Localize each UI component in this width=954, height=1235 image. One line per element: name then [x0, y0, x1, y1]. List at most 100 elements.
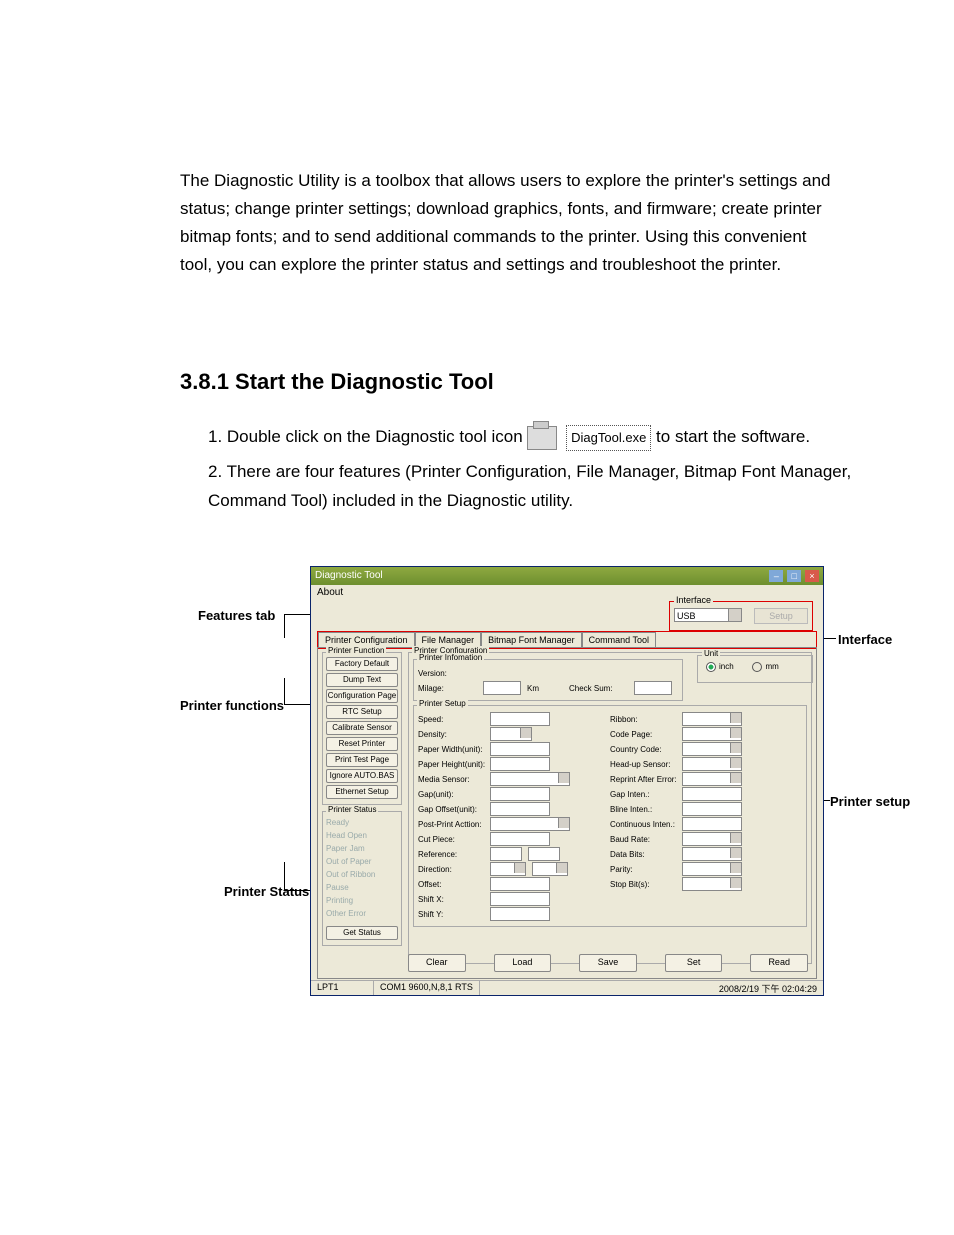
- menu-about[interactable]: About: [317, 587, 343, 598]
- milage-field[interactable]: [483, 681, 521, 695]
- window-title: Diagnostic Tool: [315, 570, 383, 581]
- tab-bitmap-font-manager[interactable]: Bitmap Font Manager: [481, 632, 582, 648]
- cut-piece-field[interactable]: [490, 832, 550, 846]
- status-time: 2008/2/19 下午 02:04:29: [713, 981, 823, 995]
- direction-label: Direction:: [418, 865, 490, 874]
- factory-default-button[interactable]: Factory Default: [326, 657, 398, 671]
- get-status-button[interactable]: Get Status: [326, 926, 398, 940]
- print-test-page-button[interactable]: Print Test Page: [326, 753, 398, 767]
- clear-button[interactable]: Clear: [408, 954, 466, 972]
- media-sensor-select[interactable]: [490, 772, 570, 786]
- reprint-after-error-label: Reprint After Error:: [610, 775, 682, 784]
- minimize-button[interactable]: –: [769, 570, 783, 582]
- title-bar: Diagnostic Tool – □ ×: [311, 567, 823, 585]
- rtc-setup-button[interactable]: RTC Setup: [326, 705, 398, 719]
- ribbon-select[interactable]: [682, 712, 742, 726]
- diagnostic-tool-window: Diagnostic Tool – □ × About Interface US…: [310, 566, 824, 996]
- bottom-button-row: Clear Load Save Set Read: [408, 954, 808, 972]
- diagram: Features tab Printer functions Printer S…: [180, 566, 920, 1006]
- checksum-label: Check Sum:: [569, 684, 634, 693]
- printer-setup-group: Printer Setup Speed: Density: Paper Widt…: [413, 705, 807, 927]
- set-button[interactable]: Set: [665, 954, 723, 972]
- printer-icon: [527, 423, 557, 452]
- shift-x-field[interactable]: [490, 892, 550, 906]
- ethernet-setup-button[interactable]: Ethernet Setup: [326, 785, 398, 799]
- printer-setup-legend: Printer Setup: [417, 699, 468, 708]
- stop-bits-select[interactable]: [682, 877, 742, 891]
- callout-printer-setup: Printer setup: [830, 794, 910, 809]
- post-print-action-select[interactable]: [490, 817, 570, 831]
- gap-offset-label: Gap Offset(unit):: [418, 805, 490, 814]
- milage-unit: Km: [527, 684, 539, 693]
- sidebar: Printer Function Factory Default Dump Te…: [322, 652, 402, 952]
- ribbon-label: Ribbon:: [610, 715, 682, 724]
- callout-printer-status: Printer Status: [224, 884, 309, 899]
- printer-function-legend: Printer Function: [326, 646, 386, 655]
- status-out-of-ribbon: Out of Ribbon: [326, 868, 398, 881]
- maximize-button[interactable]: □: [787, 570, 801, 582]
- unit-mm-radio[interactable]: mm: [752, 662, 778, 672]
- status-ready: Ready: [326, 816, 398, 829]
- shift-y-field[interactable]: [490, 907, 550, 921]
- reference-label: Reference:: [418, 850, 490, 859]
- cut-piece-label: Cut Piece:: [418, 835, 490, 844]
- section-heading: 3.8.1 Start the Diagnostic Tool: [180, 369, 894, 395]
- checksum-field[interactable]: [634, 681, 672, 695]
- offset-label: Offset:: [418, 880, 490, 889]
- shift-y-label: Shift Y:: [418, 910, 490, 919]
- paper-height-field[interactable]: [490, 757, 550, 771]
- reference-field1[interactable]: [490, 847, 522, 861]
- unit-inch-radio[interactable]: inch: [706, 662, 734, 672]
- intro-paragraph: The Diagnostic Utility is a toolbox that…: [180, 167, 894, 279]
- version-label: Version:: [418, 669, 490, 678]
- reference-field2[interactable]: [528, 847, 560, 861]
- direction-select1[interactable]: [490, 862, 526, 876]
- interface-setup-button[interactable]: Setup: [754, 608, 808, 624]
- shift-x-label: Shift X:: [418, 895, 490, 904]
- data-bits-select[interactable]: [682, 847, 742, 861]
- tab-command-tool[interactable]: Command Tool: [582, 632, 656, 648]
- load-button[interactable]: Load: [494, 954, 552, 972]
- printer-configuration-group: Printer Configuration Printer Infomation…: [408, 652, 812, 964]
- printer-information-legend: Printer Infomation: [417, 653, 484, 662]
- parity-select[interactable]: [682, 862, 742, 876]
- document-page: The Diagnostic Utility is a toolbox that…: [0, 0, 954, 1046]
- direction-select2[interactable]: [532, 862, 568, 876]
- close-button[interactable]: ×: [805, 570, 819, 582]
- paper-width-field[interactable]: [490, 742, 550, 756]
- read-button[interactable]: Read: [750, 954, 808, 972]
- interface-select[interactable]: USB: [674, 608, 742, 622]
- steps-list: 1. Double click on the Diagnostic tool i…: [180, 423, 894, 516]
- country-code-select[interactable]: [682, 742, 742, 756]
- bline-inten-label: Bline Inten.:: [610, 805, 682, 814]
- unit-group: Unit inch mm: [697, 655, 813, 683]
- continuous-inten-field[interactable]: [682, 817, 742, 831]
- code-page-label: Code Page:: [610, 730, 682, 739]
- printer-status-legend: Printer Status: [326, 805, 378, 814]
- paper-width-label: Paper Width(unit):: [418, 745, 490, 754]
- baud-rate-select[interactable]: [682, 832, 742, 846]
- offset-field[interactable]: [490, 877, 550, 891]
- gap-inten-field[interactable]: [682, 787, 742, 801]
- gap-field[interactable]: [490, 787, 550, 801]
- stop-bits-label: Stop Bit(s):: [610, 880, 682, 889]
- reset-printer-button[interactable]: Reset Printer: [326, 737, 398, 751]
- density-label: Density:: [418, 730, 490, 739]
- density-select[interactable]: [490, 727, 532, 741]
- configuration-page-button[interactable]: Configuration Page: [326, 689, 398, 703]
- dump-text-button[interactable]: Dump Text: [326, 673, 398, 687]
- ignore-autobas-button[interactable]: Ignore AUTO.BAS: [326, 769, 398, 783]
- bline-inten-field[interactable]: [682, 802, 742, 816]
- status-paper-jam: Paper Jam: [326, 842, 398, 855]
- tab-content: Printer Function Factory Default Dump Te…: [317, 647, 817, 979]
- calibrate-sensor-button[interactable]: Calibrate Sensor: [326, 721, 398, 735]
- head-up-sensor-select[interactable]: [682, 757, 742, 771]
- code-page-select[interactable]: [682, 727, 742, 741]
- step-1-text-a: 1. Double click on the Diagnostic tool i…: [208, 427, 523, 446]
- step-2: 2. There are four features (Printer Conf…: [208, 458, 894, 516]
- reprint-after-error-select[interactable]: [682, 772, 742, 786]
- speed-field[interactable]: [490, 712, 550, 726]
- save-button[interactable]: Save: [579, 954, 637, 972]
- gap-offset-field[interactable]: [490, 802, 550, 816]
- step-1: 1. Double click on the Diagnostic tool i…: [208, 423, 894, 452]
